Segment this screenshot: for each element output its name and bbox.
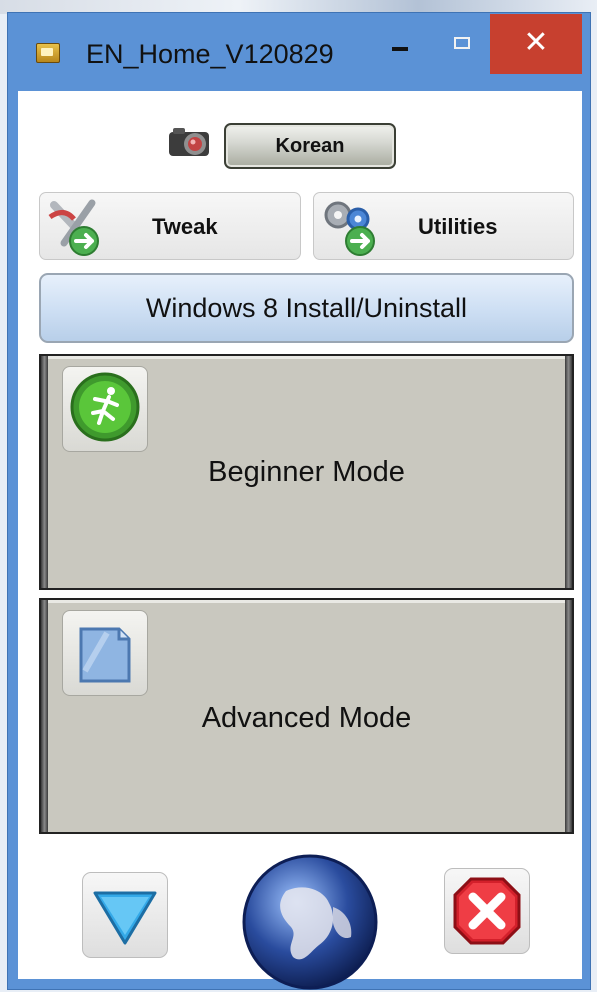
globe-icon[interactable] bbox=[241, 853, 379, 991]
close-window-button[interactable]: ✕ bbox=[490, 14, 582, 74]
advanced-icon-box bbox=[62, 610, 148, 696]
minimize-button[interactable] bbox=[392, 47, 408, 51]
windows8-install-button[interactable]: Windows 8 Install/Uninstall bbox=[39, 273, 574, 343]
utilities-button[interactable]: Utilities bbox=[313, 192, 574, 260]
client-area: Korean Tweak Utilities Windows 8 Install… bbox=[18, 91, 582, 990]
beginner-mode-button[interactable]: Beginner Mode bbox=[39, 354, 574, 590]
advanced-mode-label: Advanced Mode bbox=[201, 702, 412, 734]
runner-icon bbox=[70, 372, 140, 442]
top-highlight bbox=[48, 600, 565, 603]
beginner-icon-box bbox=[62, 366, 148, 452]
top-highlight bbox=[48, 356, 565, 359]
red-close-icon bbox=[453, 877, 521, 945]
tweak-button[interactable]: Tweak bbox=[39, 192, 301, 260]
document-icon bbox=[79, 627, 131, 683]
down-arrow-icon bbox=[93, 891, 157, 945]
camera-icon bbox=[169, 128, 209, 156]
tweak-label: Tweak bbox=[152, 214, 218, 239]
close-button[interactable] bbox=[444, 868, 530, 954]
tools-arrow-icon bbox=[48, 199, 99, 256]
maximize-button[interactable] bbox=[454, 37, 470, 49]
app-window: EN_Home_V120829 ✕ Korean Tweak Utilities… bbox=[7, 12, 591, 990]
window-title: EN_Home_V120829 bbox=[86, 39, 334, 69]
gears-arrow-icon bbox=[324, 201, 375, 256]
app-icon bbox=[36, 43, 60, 63]
down-button[interactable] bbox=[82, 872, 168, 958]
beginner-mode-label: Beginner Mode bbox=[208, 456, 405, 488]
utilities-label: Utilities bbox=[418, 214, 498, 239]
advanced-mode-button[interactable]: Advanced Mode bbox=[39, 598, 574, 834]
title-bar[interactable]: EN_Home_V120829 ✕ bbox=[8, 13, 590, 91]
language-button[interactable]: Korean bbox=[224, 123, 396, 169]
